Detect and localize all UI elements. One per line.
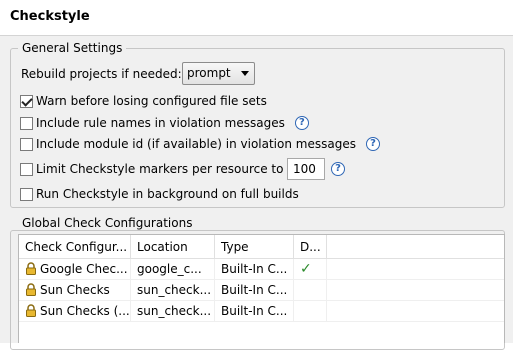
configs-table: Check Configur... Location Type D... Goo… [18,234,505,343]
limit-checkbox[interactable] [20,162,33,176]
check-icon: ✓ [300,261,312,277]
global-configs-legend: Global Check Configurations [18,216,197,230]
help-icon[interactable]: ? [294,116,309,130]
table-cell-name: Sun Checks (... [19,301,131,322]
col-header-name[interactable]: Check Configur... [19,235,131,259]
config-name: Sun Checks (... [40,304,130,318]
warn-row[interactable]: Warn before losing configured file sets [20,91,267,111]
table-cell-name: Google Chec... [19,259,131,280]
col-header-default[interactable]: D... [294,235,327,259]
table-row[interactable]: Google Chec... google_c... Built-In C...… [19,259,504,280]
config-name: Sun Checks [40,283,110,297]
rule-names-row[interactable]: Include rule names in violation messages… [20,113,309,133]
background-checkbox[interactable] [20,187,33,201]
config-type: Built-In C... [215,259,294,280]
background-label: Run Checkstyle in background on full bui… [36,187,299,201]
preferences-content: General Settings Rebuild projects if nee… [0,36,513,350]
background-row[interactable]: Run Checkstyle in background on full bui… [20,184,299,204]
table-header: Check Configur... Location Type D... [19,235,504,259]
config-location: sun_check... [131,301,215,322]
limit-row[interactable]: Limit Checkstyle markers per resource to [20,159,283,179]
config-default [294,280,327,301]
title-bar: Checkstyle [0,0,513,35]
config-default: ✓ [294,259,327,280]
config-location: sun_check... [131,280,215,301]
config-type: Built-In C... [215,301,294,322]
limit-label: Limit Checkstyle markers per resource to [36,162,284,176]
config-default [294,301,327,322]
limit-input[interactable]: 100 [287,158,325,180]
table-row[interactable]: Sun Checks (... sun_check... Built-In C.… [19,301,504,322]
rule-names-checkbox[interactable] [20,116,33,130]
lock-icon [26,282,36,296]
warn-label: Warn before losing configured file sets [36,94,267,108]
help-icon[interactable]: ? [365,137,380,151]
lock-icon [26,303,36,317]
config-type: Built-In C... [215,280,294,301]
col-header-location[interactable]: Location [131,235,215,259]
module-id-row[interactable]: Include module id (if available) in viol… [20,134,380,154]
table-row[interactable]: Sun Checks sun_check... Built-In C... [19,280,504,301]
table-cell-name: Sun Checks [19,280,131,301]
col-header-type[interactable]: Type [215,235,294,259]
help-icon[interactable]: ? [331,162,345,176]
rule-names-label: Include rule names in violation messages [36,116,285,130]
chevron-down-icon [241,71,249,76]
page-title: Checkstyle [10,9,90,24]
rebuild-row: Rebuild projects if needed: [21,64,182,84]
config-location: google_c... [131,259,215,280]
warn-checkbox[interactable] [20,94,33,108]
rebuild-label: Rebuild projects if needed: [21,67,182,81]
config-name: Google Chec... [40,262,128,276]
lock-icon [26,261,36,275]
rebuild-select-value: prompt [187,66,231,80]
module-id-checkbox[interactable] [20,137,33,151]
general-settings-legend: General Settings [18,41,127,55]
rebuild-select[interactable]: prompt [182,62,255,85]
module-id-label: Include module id (if available) in viol… [36,137,356,151]
